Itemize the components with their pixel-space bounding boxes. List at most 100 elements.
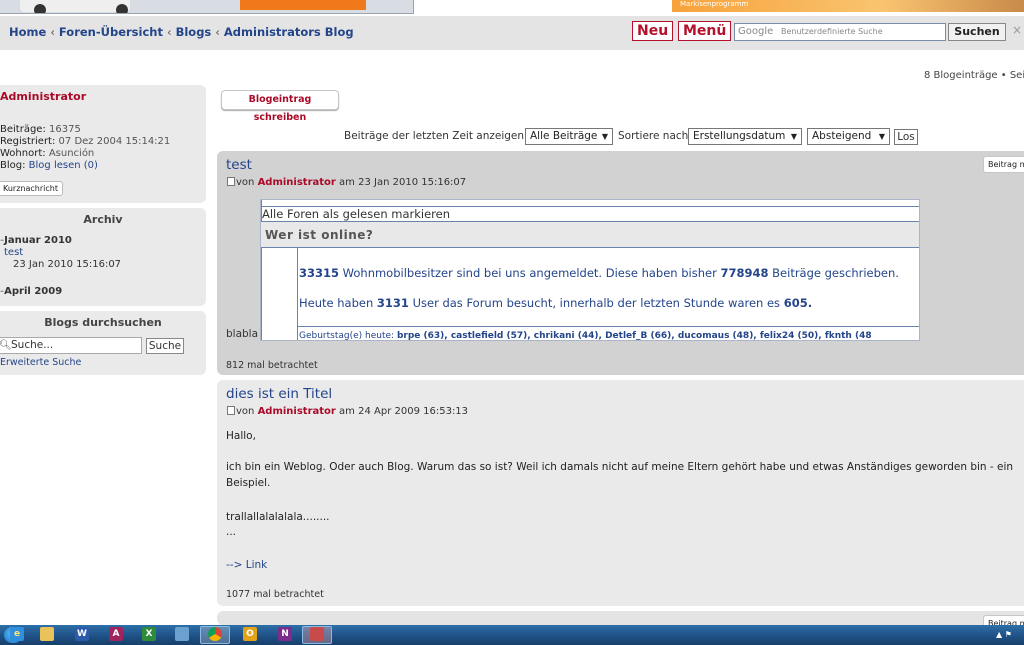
posts-label: Beiträge: — [0, 124, 46, 135]
today-prefix: Heute haben — [299, 296, 374, 310]
post-author-link[interactable]: Administrator — [258, 406, 336, 417]
message-button[interactable]: Kurznachricht — [0, 181, 63, 196]
search-icon: 🔍︎ — [0, 340, 12, 351]
post-title-link[interactable]: test — [226, 157, 252, 173]
right-ad-banner[interactable]: Markisenprogramm — [672, 0, 1024, 12]
sort-field-select[interactable]: Erstellungsdatum ▼ — [688, 128, 802, 145]
ad-orange-button[interactable] — [240, 0, 366, 10]
blog-post: Beitrag melden — [217, 611, 1024, 632]
archive-title: Archiv — [83, 213, 123, 226]
ie-icon[interactable]: e — [10, 627, 24, 641]
post-body-line: ... — [226, 526, 237, 538]
post-meta: von Administrator am 23 Jan 2010 15:16:0… — [227, 177, 466, 188]
sort-label: Sortiere nach — [618, 130, 689, 142]
breadcrumb-admin-blog[interactable]: Administrators Blog — [224, 25, 354, 39]
breadcrumb-forum-overview[interactable]: Foren-Übersicht — [59, 25, 163, 39]
blog-search-input[interactable]: 🔍︎ Suche... — [0, 337, 142, 354]
outlook-icon[interactable]: O — [243, 627, 257, 641]
explorer-icon[interactable] — [40, 627, 54, 641]
blog-label: Blog: — [0, 160, 26, 171]
today-text: User das Forum besucht, innerhalb der le… — [412, 296, 781, 310]
breadcrumb-separator: ‹ — [50, 25, 55, 39]
google-search-input[interactable]: Google Benutzerdefinierte Suche — [734, 23, 946, 41]
blog-search-box: Blogs durchsuchen 🔍︎ Suche... Suche Erwe… — [0, 311, 206, 375]
ad-text: Markisenprogramm — [680, 0, 749, 8]
online-title: Wer ist online? — [261, 222, 919, 248]
mark-read-text: Alle Foren als gelesen markieren — [261, 206, 919, 222]
users-text: Wohnmobilbesitzer sind bei uns angemelde… — [342, 266, 717, 280]
snip-icon[interactable] — [310, 627, 324, 641]
windows-taskbar: e W A X O N ▲ ⚑ — [0, 625, 1024, 645]
menu-button[interactable]: Menü — [678, 21, 732, 41]
chevron-down-icon: ▼ — [878, 132, 885, 141]
time-filter-value: Alle Beiträge — [530, 130, 598, 142]
profile-blog: Blog: Blog lesen (0) — [0, 160, 98, 171]
profile-location: Wohnort: Asunción — [0, 148, 94, 159]
left-ad-banner[interactable] — [0, 0, 414, 14]
go-button[interactable]: Los — [894, 129, 918, 145]
write-blog-entry-button[interactable]: Blogeintrag schreiben — [221, 90, 339, 123]
access-icon[interactable]: A — [109, 627, 123, 641]
post-link[interactable]: --> Link — [226, 559, 267, 571]
breadcrumb-blogs[interactable]: Blogs — [176, 25, 212, 39]
blog-read-link[interactable]: Blog lesen (0) — [29, 160, 98, 171]
archive-month-april-2009[interactable]: ‑April 2009 — [0, 286, 62, 297]
search-placeholder: Benutzerdefinierte Suche — [781, 27, 883, 36]
report-post-button[interactable]: Beitrag melden — [983, 156, 1024, 173]
post-by: von — [236, 406, 255, 417]
new-button[interactable]: Neu — [632, 21, 674, 41]
sort-order-select[interactable]: Absteigend ▼ — [807, 128, 890, 145]
location-value: Asunción — [48, 148, 95, 159]
word-icon[interactable]: W — [75, 627, 89, 641]
blog-post: test von Administrator am 23 Jan 2010 15… — [217, 151, 1024, 375]
close-icon[interactable]: × — [1012, 23, 1022, 37]
entry-count: 8 Blogeinträge • Seite — [924, 70, 1024, 81]
advanced-search-link[interactable]: Erweiterte Suche — [0, 357, 81, 368]
post-body: blabla — [226, 328, 259, 340]
post-body-line: trallallalalalala........ — [226, 511, 330, 523]
view-count: 1077 mal betrachtet — [226, 589, 324, 600]
show-label: Beiträge der letzten Zeit anzeigen: — [344, 130, 528, 142]
archive-entry-date: 23 Jan 2010 15:16:07 — [13, 259, 122, 270]
google-logo: Google — [738, 26, 774, 37]
wheel-shape — [34, 4, 46, 13]
excel-icon[interactable]: X — [142, 627, 156, 641]
post-by: von — [236, 177, 255, 188]
post-on: am — [339, 406, 355, 417]
chevron-down-icon: ▼ — [790, 132, 797, 141]
navigation-bar: Home ‹ Foren-Übersicht ‹ Blogs ‹ Administrator… — [0, 16, 1024, 50]
breadcrumb-home[interactable]: Home — [9, 25, 46, 39]
divider — [297, 326, 919, 327]
registered-value: 07 Dez 2004 15:14:21 — [58, 136, 171, 147]
search-button[interactable]: Suchen — [948, 23, 1006, 41]
birthday-line: Geburtstag(e) heute: brpe (63), castlefi… — [299, 331, 872, 341]
chrome-icon[interactable] — [208, 627, 222, 641]
blog-search-button[interactable]: Suche — [146, 338, 184, 354]
time-filter-select[interactable]: Alle Beiträge ▼ — [525, 128, 613, 145]
birthday-list: brpe (63), castlefield (57), chrikani (4… — [396, 331, 872, 341]
posts-count: 778948 — [720, 266, 769, 280]
post-icon — [227, 406, 235, 415]
profile-posts: Beiträge: 16375 — [0, 124, 81, 135]
profile-name[interactable]: Administrator — [0, 90, 86, 103]
location-label: Wohnort: — [0, 148, 46, 159]
profile-registered: Registriert: 07 Dez 2004 15:14:21 — [0, 136, 170, 147]
users-stat: 33315 Wohnmobilbesitzer sind bei uns ang… — [299, 266, 899, 280]
post-title-link[interactable]: dies ist ein Titel — [226, 386, 332, 402]
post-body-line: Beispiel. — [226, 477, 271, 489]
archive-entry-link[interactable]: test — [4, 247, 23, 258]
archive-month-label: Januar 2010 — [4, 235, 72, 246]
archive-box: Archiv ‑Januar 2010 test 23 Jan 2010 15:… — [0, 208, 206, 306]
users-count: 33315 — [299, 266, 340, 280]
birthday-label: Geburtstag(e) heute: — [299, 331, 395, 341]
control-icon[interactable] — [175, 627, 189, 641]
sort-order-value: Absteigend — [812, 130, 872, 142]
archive-month-januar-2010[interactable]: ‑Januar 2010 — [0, 235, 72, 246]
post-date: 23 Jan 2010 15:16:07 — [358, 177, 467, 188]
post-meta: von Administrator am 24 Apr 2009 16:53:1… — [227, 406, 468, 417]
view-count: 812 mal betrachtet — [226, 360, 318, 371]
sort-field-value: Erstellungsdatum — [693, 130, 786, 142]
post-author-link[interactable]: Administrator — [258, 177, 336, 188]
tray-flag-icon[interactable]: ▲ ⚑ — [996, 630, 1012, 639]
onenote-icon[interactable]: N — [278, 627, 292, 641]
